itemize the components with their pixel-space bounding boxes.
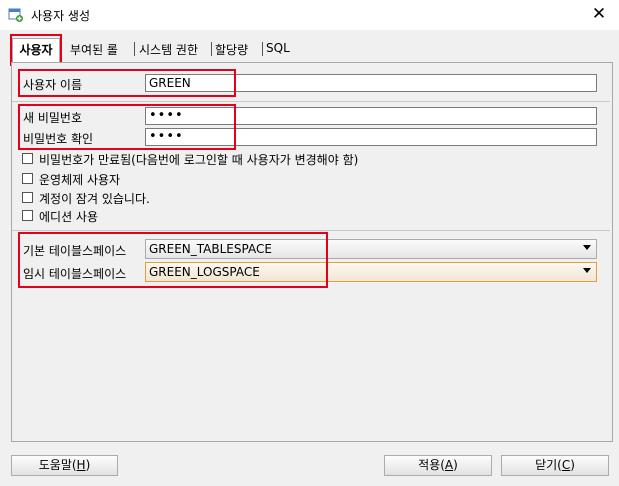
edition-label: 에디션 사용 [39, 210, 99, 224]
temp-tablespace-value: GREEN_LOGSPACE [149, 265, 260, 279]
divider [12, 230, 610, 231]
tab-separator [262, 42, 263, 56]
tab-sql[interactable]: SQL [266, 41, 290, 55]
tab-separator [134, 42, 135, 56]
account-locked-checkbox[interactable] [22, 192, 33, 203]
new-password-label: 새 비밀번호 [23, 111, 83, 125]
apply-mnemonic: A [444, 458, 454, 472]
account-locked-label: 계정이 잠겨 있습니다. [39, 192, 150, 206]
close-icon[interactable]: ✕ [589, 3, 609, 25]
help-button[interactable]: 도움말(H) [11, 455, 118, 476]
tab-separator [211, 42, 212, 56]
close-button-label: 닫기( [535, 458, 562, 472]
help-button-label: 도움말( [38, 458, 77, 472]
tab-granted-roles[interactable]: 부여된 롤 [70, 41, 118, 58]
new-password-input[interactable]: •••• [145, 107, 597, 125]
os-user-label: 운영체제 사용자 [39, 173, 121, 187]
divider [12, 101, 610, 102]
tab-quotas[interactable]: 할당량 [215, 41, 248, 58]
close-suffix: ) [570, 458, 575, 472]
username-label: 사용자 이름 [23, 78, 83, 92]
default-tablespace-label: 기본 테이블스페이스 [23, 244, 127, 258]
edition-checkbox[interactable] [22, 210, 33, 221]
confirm-password-input[interactable]: •••• [145, 128, 597, 146]
close-mnemonic: C [561, 458, 571, 472]
password-expired-label: 비밀번호가 만료됨(다음번에 로그인할 때 사용자가 변경해야 함) [39, 153, 359, 167]
app-icon [8, 8, 23, 22]
default-tablespace-value: GREEN_TABLESPACE [149, 242, 272, 256]
username-input[interactable]: GREEN [145, 74, 597, 92]
create-user-dialog: 사용자 생성 ✕ 사용자 부여된 롤 시스템 권한 할당량 SQL 사용자 이름… [0, 0, 619, 486]
password-expired-checkbox[interactable] [22, 153, 33, 164]
title-bar: 사용자 생성 ✕ [0, 0, 619, 30]
apply-suffix: ) [453, 458, 458, 472]
help-mnemonic: H [76, 458, 86, 472]
chevron-down-icon [583, 268, 591, 273]
temp-tablespace-select[interactable]: GREEN_LOGSPACE [145, 262, 597, 282]
tab-system-privileges[interactable]: 시스템 권한 [139, 41, 198, 58]
window-title: 사용자 생성 [31, 9, 91, 23]
apply-button-label: 적용( [418, 458, 445, 472]
apply-button[interactable]: 적용(A) [384, 455, 492, 476]
help-suffix: ) [85, 458, 91, 472]
os-user-checkbox[interactable] [22, 173, 33, 184]
chevron-down-icon [583, 245, 591, 250]
confirm-password-label: 비밀번호 확인 [23, 132, 94, 146]
default-tablespace-select[interactable]: GREEN_TABLESPACE [145, 239, 597, 259]
close-button[interactable]: 닫기(C) [501, 455, 609, 476]
temp-tablespace-label: 임시 테이블스페이스 [23, 267, 127, 281]
tab-user[interactable]: 사용자 [12, 38, 60, 62]
